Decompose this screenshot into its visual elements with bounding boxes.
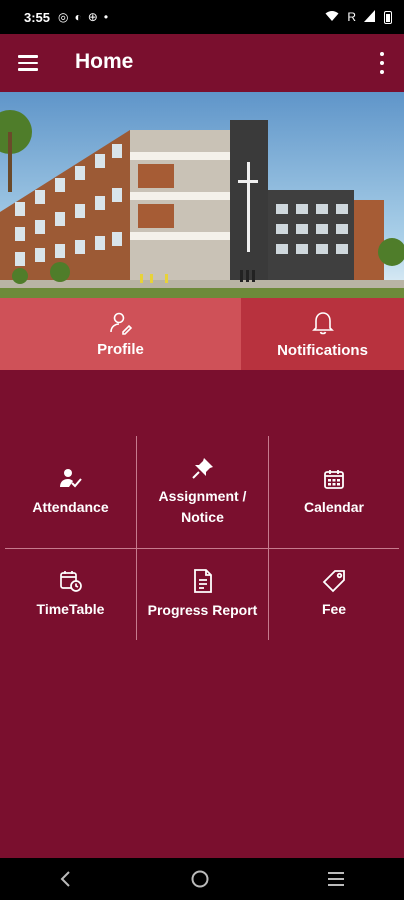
app-bar: Home (0, 34, 404, 92)
tab-bar: Profile Notifications (0, 298, 404, 370)
whatsapp-icon: ◎ (58, 10, 69, 24)
grid-item-label: TimeTable (36, 601, 105, 617)
school-banner-image (0, 92, 404, 298)
status-bar: 3:55 ◎ ◐ ⊕ • R (0, 0, 404, 34)
tab-notifications-label: Notifications (277, 341, 368, 359)
grid-item-assignment-notice[interactable]: Assignment / Notice (137, 436, 268, 548)
grid-item-attendance[interactable]: Attendance (5, 436, 136, 548)
tag-icon (322, 570, 345, 593)
recents-icon[interactable] (326, 870, 346, 888)
grid-item-label: Assignment / Notice (158, 488, 247, 525)
battery-icon (384, 10, 392, 24)
timetable-icon (59, 571, 82, 592)
grid-item-progress-report[interactable]: Progress Report (137, 549, 268, 640)
grid-item-timetable[interactable]: TimeTable (5, 549, 136, 640)
grid-item-calendar[interactable]: Calendar (269, 436, 399, 548)
system-icons: R (325, 9, 392, 25)
status-time: 3:55 (24, 9, 51, 25)
globe-icon: ⊕ (87, 10, 98, 24)
signal-label: R (347, 10, 356, 24)
back-icon[interactable] (58, 870, 74, 888)
dot-icon: • (103, 10, 109, 24)
pin-icon (191, 458, 213, 479)
page-title: Home (75, 50, 134, 73)
tab-notifications[interactable]: Notifications (241, 298, 404, 370)
attendance-icon (59, 468, 82, 487)
sync-icon: ◐ (74, 10, 82, 24)
feature-grid: Attendance Assignment / Notice Calendar … (5, 436, 399, 640)
tab-profile[interactable]: Profile (0, 298, 241, 370)
profile-icon (109, 312, 132, 335)
home-icon[interactable] (190, 869, 210, 889)
tab-profile-label: Profile (97, 340, 144, 358)
signal-icon (364, 9, 376, 25)
grid-item-fee[interactable]: Fee (269, 549, 399, 640)
menu-icon[interactable] (18, 55, 38, 71)
notification-icons: ◎ ◐ ⊕ • (58, 10, 108, 24)
bell-icon (311, 311, 334, 334)
system-nav-bar (0, 858, 404, 900)
grid-item-label: Attendance (32, 498, 109, 515)
wifi-icon (325, 10, 339, 25)
grid-item-label: Calendar (304, 498, 364, 515)
calendar-icon (324, 469, 344, 489)
grid-item-label: Fee (321, 601, 347, 617)
grid-item-label: Progress Report (147, 602, 258, 618)
report-icon (193, 569, 212, 593)
more-vert-icon[interactable] (378, 52, 386, 74)
